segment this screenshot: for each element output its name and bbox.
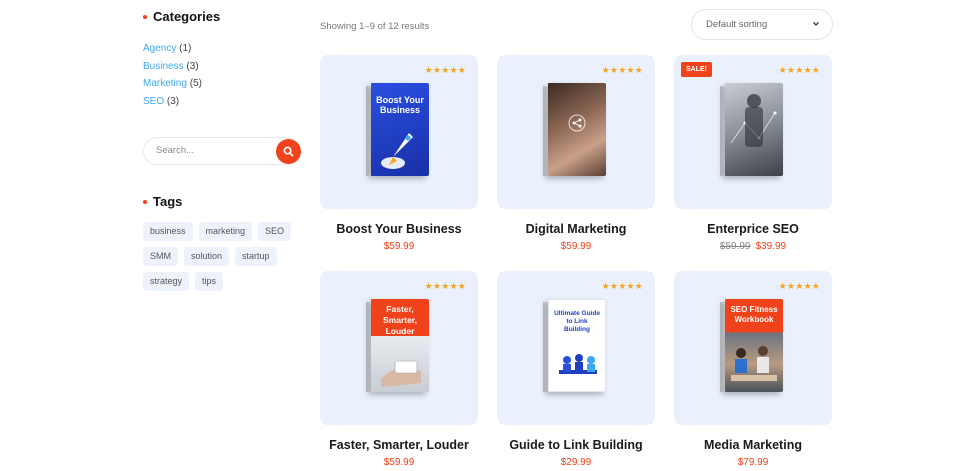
- product-price: $59.99: [320, 457, 478, 468]
- product-price: $29.99: [497, 457, 655, 468]
- tag-startup[interactable]: startup: [235, 247, 277, 266]
- tag-cloud: business marketing SEO SMM solution star…: [143, 222, 303, 291]
- result-count: Showing 1–9 of 12 results: [320, 21, 430, 32]
- bullet-dot-icon: [143, 15, 147, 19]
- star-rating: ★★★★★: [601, 65, 643, 75]
- sorting-select[interactable]: Default sorting: [691, 9, 833, 40]
- current-price: $59.99: [383, 241, 415, 252]
- category-item: Business (3): [143, 58, 202, 76]
- cover-title: Faster, Smarter, Louder: [382, 304, 418, 336]
- book-cover-image: Faster, Smarter, Louder: [371, 299, 429, 392]
- current-price: $39.99: [755, 241, 787, 252]
- bullet-dot-icon: [143, 200, 147, 204]
- current-price: $79.99: [737, 457, 769, 468]
- search-icon: [283, 146, 294, 157]
- product-image-area[interactable]: ★★★★★: [497, 55, 655, 209]
- product-title[interactable]: Enterprice SEO: [674, 222, 832, 236]
- product-card[interactable]: ★★★★★ Faster, Smarter, Louder Faster, Sm…: [320, 271, 478, 468]
- product-image-area[interactable]: ★★★★★ SEO Fitness Workbook: [674, 271, 832, 425]
- product-price: $59.99: [497, 241, 655, 252]
- rocket-icon: [381, 133, 413, 169]
- current-price: $59.99: [383, 457, 415, 468]
- product-card[interactable]: SALE! ★★★★★ Enterprice SEO $59.99 $39.99: [674, 55, 832, 252]
- category-list: Agency (1) Business (3) Marketing (5) SE…: [143, 40, 202, 110]
- product-title[interactable]: Media Marketing: [674, 438, 832, 452]
- product-title[interactable]: Boost Your Business: [320, 222, 478, 236]
- product-price: $59.99: [320, 241, 478, 252]
- book-cover-image: Boost Your Business: [371, 83, 429, 176]
- cover-title: Boost Your Business: [376, 95, 424, 115]
- product-image-area[interactable]: SALE! ★★★★★: [674, 55, 832, 209]
- current-price: $59.99: [560, 241, 592, 252]
- book-cover-image: Ultimate Guide to Link Building: [548, 299, 606, 392]
- category-count: (1): [179, 43, 192, 54]
- sorting-label: Default sorting: [706, 19, 768, 30]
- tag-marketing[interactable]: marketing: [198, 222, 253, 241]
- tag-seo[interactable]: SEO: [258, 222, 292, 241]
- tag-smm[interactable]: SMM: [143, 247, 178, 266]
- categories-title: Categories: [143, 9, 220, 24]
- product-card[interactable]: ★★★★★ Ultimate Guide to Link Building Gu…: [497, 271, 655, 468]
- star-rating: ★★★★★: [778, 281, 820, 291]
- tags-title: Tags: [143, 194, 182, 209]
- search-box: [143, 137, 301, 165]
- product-card[interactable]: ★★★★★ Boost Your Business Boost Your Bus…: [320, 55, 478, 252]
- product-title[interactable]: Digital Marketing: [497, 222, 655, 236]
- product-price: $79.99: [674, 457, 832, 468]
- current-price: $29.99: [560, 457, 592, 468]
- meeting-photo-icon: [731, 346, 777, 381]
- category-item: Agency (1): [143, 40, 202, 58]
- book-cover-image: SEO Fitness Workbook: [725, 299, 783, 392]
- network-lines-icon: [730, 94, 777, 147]
- product-price: $59.99 $39.99: [674, 241, 832, 252]
- share-network-icon: [568, 114, 586, 132]
- hand-phone-icon: [381, 360, 421, 387]
- search-input[interactable]: [156, 145, 266, 156]
- tag-solution[interactable]: solution: [184, 247, 230, 266]
- category-link-seo[interactable]: SEO: [143, 96, 164, 107]
- team-illustration-icon: [559, 354, 597, 374]
- tag-tips[interactable]: tips: [195, 272, 224, 291]
- sale-badge: SALE!: [681, 62, 712, 77]
- old-price: $59.99: [719, 241, 751, 252]
- product-image-area[interactable]: ★★★★★ Faster, Smarter, Louder: [320, 271, 478, 425]
- category-item: Marketing (5): [143, 75, 202, 93]
- category-count: (3): [186, 60, 199, 72]
- category-link-agency[interactable]: Agency: [143, 43, 176, 54]
- product-image-area[interactable]: ★★★★★ Ultimate Guide to Link Building: [497, 271, 655, 425]
- category-count: (5): [189, 78, 202, 89]
- chevron-down-icon: [813, 22, 819, 26]
- product-image-area[interactable]: ★★★★★ Boost Your Business: [320, 55, 478, 209]
- category-link-marketing[interactable]: Marketing: [143, 78, 187, 89]
- product-title[interactable]: Guide to Link Building: [497, 438, 655, 452]
- product-title[interactable]: Faster, Smarter, Louder: [320, 438, 478, 452]
- search-button[interactable]: [276, 139, 301, 164]
- book-cover-image: [548, 83, 606, 176]
- star-rating: ★★★★★: [424, 65, 466, 75]
- cover-title: Ultimate Guide to Link Building: [554, 310, 600, 333]
- star-rating: ★★★★★: [424, 281, 466, 291]
- product-card[interactable]: ★★★★★ Digital Marketing $59.99: [497, 55, 655, 252]
- category-link-business[interactable]: Business: [143, 61, 184, 72]
- book-cover-image: [725, 83, 783, 176]
- star-rating: ★★★★★: [601, 281, 643, 291]
- tag-strategy[interactable]: strategy: [143, 272, 190, 291]
- category-item: SEO (3): [143, 93, 202, 111]
- star-rating: ★★★★★: [778, 65, 820, 75]
- cover-title: SEO Fitness Workbook: [730, 305, 778, 324]
- tag-business[interactable]: business: [143, 222, 193, 241]
- product-card[interactable]: ★★★★★ SEO Fitness Workbook Media Marketi…: [674, 271, 832, 468]
- category-count: (3): [166, 95, 180, 107]
